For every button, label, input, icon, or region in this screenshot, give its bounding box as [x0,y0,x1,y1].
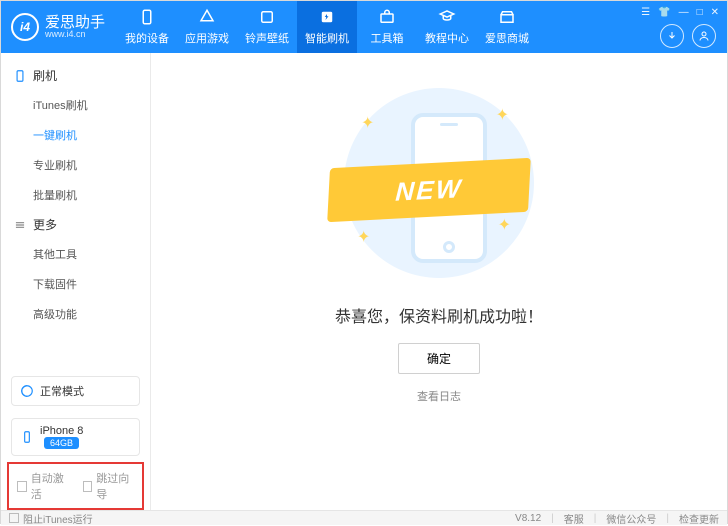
tab-apps-games[interactable]: 应用游戏 [177,1,237,53]
sidebar-section-more[interactable]: 更多 [1,210,150,239]
confirm-button[interactable]: 确定 [398,343,480,374]
checkbox-skip-guide[interactable]: 跳过向导 [83,470,135,502]
minimize-icon[interactable]: — [679,7,689,18]
logo-badge: i4 [11,13,39,41]
success-illustration: ✦ ✦ ✦ ✦ NEW [339,83,539,283]
checkbox-icon [9,513,19,523]
main-content: ✦ ✦ ✦ ✦ NEW 恭喜您，保资料刷机成功啦！ 确定 查看日志 [151,53,727,510]
checkbox-block-itunes[interactable]: 阻止iTunes运行 [9,511,93,526]
mode-label: 正常模式 [40,383,84,399]
new-ribbon: NEW [327,158,531,222]
checkbox-label: 阻止iTunes运行 [23,511,93,526]
tab-label: 我的设备 [125,30,169,46]
section-title: 更多 [33,216,57,233]
checkbox-icon [83,481,93,492]
device-status[interactable]: iPhone 8 64GB [11,418,140,456]
sidebar-item-pro-flash[interactable]: 专业刷机 [33,150,150,180]
tab-smart-flash[interactable]: 智能刷机 [297,1,357,53]
wechat-link[interactable]: 微信公众号 [606,511,656,526]
sidebar-item-itunes-flash[interactable]: iTunes刷机 [33,90,150,120]
maximize-icon[interactable]: □ [697,7,703,18]
tab-tutorial-center[interactable]: 教程中心 [417,1,477,53]
device-name: iPhone 8 [40,425,83,437]
app-url: www.i4.cn [45,30,105,39]
checkbox-icon [17,481,27,492]
sparkle-icon: ✦ [496,105,509,125]
check-update-link[interactable]: 检查更新 [679,511,719,526]
tab-label: 应用游戏 [185,30,229,46]
tab-label: 铃声壁纸 [245,30,289,46]
tab-label: 爱思商城 [485,30,529,46]
status-bar: 阻止iTunes运行 V8.12 | 客服 | 微信公众号 | 检查更新 [1,510,727,525]
sidebar: 刷机 iTunes刷机 一键刷机 专业刷机 批量刷机 更多 其他工具 下载固件 … [1,53,151,510]
tab-label: 智能刷机 [305,30,349,46]
sidebar-item-advanced[interactable]: 高级功能 [33,299,150,329]
download-button[interactable] [660,24,684,48]
sparkle-icon: ✦ [361,113,374,133]
sparkle-icon: ✦ [357,227,370,247]
support-link[interactable]: 客服 [564,511,584,526]
tab-my-device[interactable]: 我的设备 [117,1,177,53]
checkbox-label: 跳过向导 [96,470,134,502]
device-storage-badge: 64GB [44,437,79,449]
checkbox-auto-activate[interactable]: 自动激活 [17,470,69,502]
sidebar-item-oneclick-flash[interactable]: 一键刷机 [33,120,150,150]
version-label: V8.12 [515,513,541,524]
tab-label: 教程中心 [425,30,469,46]
skin-icon[interactable]: 👕 [658,7,670,18]
checkbox-label: 自动激活 [31,470,69,502]
mode-status[interactable]: 正常模式 [11,376,140,406]
title-bar: i4 爱思助手 www.i4.cn 我的设备 应用游戏 铃声壁纸 智能刷机 工具… [1,1,727,53]
app-logo: i4 爱思助手 www.i4.cn [1,13,117,41]
app-name: 爱思助手 [45,15,105,30]
view-log-link[interactable]: 查看日志 [417,388,461,404]
close-icon[interactable]: ✕ [711,7,719,18]
nav-tabs: 我的设备 应用游戏 铃声壁纸 智能刷机 工具箱 教程中心 爱思商城 [117,1,641,53]
sidebar-item-other-tools[interactable]: 其他工具 [33,239,150,269]
options-highlight-box: 自动激活 跳过向导 [7,462,144,510]
success-headline: 恭喜您，保资料刷机成功啦！ [335,303,543,327]
tab-toolbox[interactable]: 工具箱 [357,1,417,53]
section-title: 刷机 [33,67,57,84]
tab-ringtones-wallpapers[interactable]: 铃声壁纸 [237,1,297,53]
settings-icon[interactable]: ☰ [641,7,650,18]
account-button[interactable] [692,24,716,48]
tab-store[interactable]: 爱思商城 [477,1,537,53]
sidebar-section-flash[interactable]: 刷机 [1,61,150,90]
sidebar-item-batch-flash[interactable]: 批量刷机 [33,180,150,210]
sparkle-icon: ✦ [498,215,511,235]
sidebar-item-download-firmware[interactable]: 下载固件 [33,269,150,299]
tab-label: 工具箱 [371,30,404,46]
